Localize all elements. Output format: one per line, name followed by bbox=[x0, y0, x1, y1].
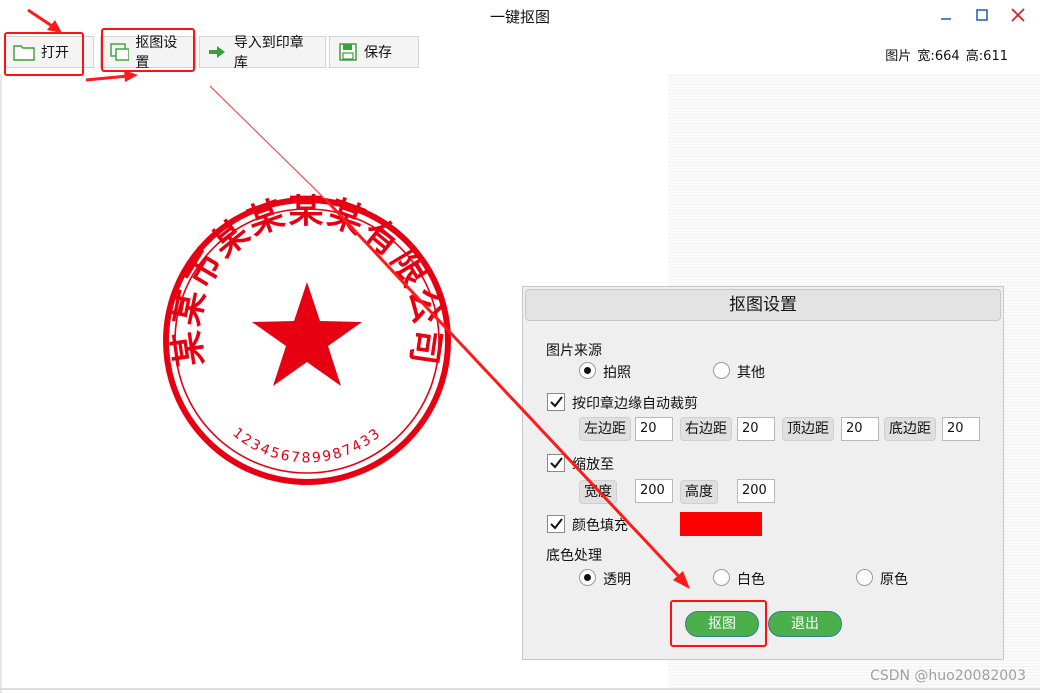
watermark: CSDN @huo20082003 bbox=[870, 668, 1026, 684]
checkmark-icon bbox=[550, 457, 563, 469]
bg-transparent-radio[interactable] bbox=[579, 569, 596, 586]
autocrop-label: 按印章边缘自动裁剪 bbox=[572, 396, 698, 412]
bg-white-radio[interactable] bbox=[713, 569, 730, 586]
open-label: 打开 bbox=[41, 45, 69, 61]
right-margin-label: 右边距 bbox=[680, 417, 732, 441]
top-margin-label: 顶边距 bbox=[782, 417, 834, 441]
height-input[interactable]: 200 bbox=[737, 479, 775, 503]
bottom-margin-input[interactable]: 20 bbox=[942, 417, 980, 441]
import-label: 导入到印章库 bbox=[233, 35, 304, 71]
import-to-library-button[interactable]: 导入到印章库 bbox=[199, 35, 326, 71]
fill-label: 颜色填充 bbox=[572, 518, 628, 534]
top-margin-input[interactable]: 20 bbox=[841, 417, 879, 441]
scale-checkbox[interactable] bbox=[547, 454, 565, 472]
bottom-border bbox=[0, 688, 1040, 690]
minimize-button[interactable] bbox=[935, 4, 957, 26]
source-other-label: 其他 bbox=[737, 365, 765, 381]
crop-settings-icon bbox=[110, 43, 130, 61]
save-label: 保存 bbox=[364, 45, 392, 61]
seal-image: 某某市某某某某有限公司 123456789987433 bbox=[163, 194, 451, 485]
width-label: 宽度 bbox=[579, 480, 617, 504]
fill-checkbox[interactable] bbox=[547, 515, 565, 533]
open-button[interactable]: 打开 bbox=[4, 36, 94, 68]
maximize-button[interactable] bbox=[971, 4, 993, 26]
title-bar: 一键抠图 bbox=[0, 0, 1040, 30]
toolbar: 打开 抠图设置 导入到印章库 保存 图片 宽:664 高:611 bbox=[0, 32, 1040, 72]
bg-label: 底色处理 bbox=[546, 548, 602, 564]
scale-label: 缩放至 bbox=[572, 457, 614, 473]
image-size-info: 图片 宽:664 高:611 bbox=[885, 49, 1008, 64]
canvas-border bbox=[0, 74, 2, 693]
fill-color-swatch[interactable] bbox=[680, 512, 762, 536]
seal-serial-text: 123456789987433 bbox=[229, 425, 384, 467]
source-label: 图片来源 bbox=[546, 343, 602, 359]
save-button[interactable]: 保存 bbox=[329, 36, 419, 68]
source-photo-radio[interactable] bbox=[579, 362, 596, 379]
minimize-icon bbox=[941, 18, 951, 20]
right-margin-input[interactable]: 20 bbox=[737, 417, 775, 441]
window-title: 一键抠图 bbox=[489, 8, 550, 26]
checkmark-icon bbox=[550, 396, 563, 408]
settings-label: 抠图设置 bbox=[135, 35, 178, 71]
autocrop-checkbox[interactable] bbox=[547, 393, 565, 411]
seal-star bbox=[252, 282, 362, 386]
maximize-icon bbox=[976, 9, 988, 21]
left-margin-label: 左边距 bbox=[579, 417, 631, 441]
bg-original-radio[interactable] bbox=[856, 569, 873, 586]
bg-original-label: 原色 bbox=[880, 572, 908, 588]
folder-icon bbox=[13, 45, 35, 61]
width-input[interactable]: 200 bbox=[635, 479, 673, 503]
bg-white-label: 白色 bbox=[737, 572, 765, 588]
cutout-settings-button[interactable]: 抠图设置 bbox=[100, 35, 196, 71]
dialog-title: 抠图设置 bbox=[525, 289, 1001, 321]
cutout-button[interactable]: 抠图 bbox=[685, 611, 759, 637]
cutout-settings-dialog: 抠图设置 图片来源 拍照 其他 按印章边缘自动裁剪 左边距 20 右边距 20 … bbox=[522, 286, 1004, 660]
height-label: 高度 bbox=[680, 480, 718, 504]
left-margin-input[interactable]: 20 bbox=[635, 417, 673, 441]
bg-transparent-label: 透明 bbox=[603, 572, 631, 588]
checkmark-icon bbox=[550, 518, 563, 530]
close-icon bbox=[1011, 8, 1025, 22]
exit-button[interactable]: 退出 bbox=[768, 611, 842, 637]
bottom-margin-label: 底边距 bbox=[884, 417, 936, 441]
source-photo-label: 拍照 bbox=[603, 365, 631, 381]
close-button[interactable] bbox=[1007, 4, 1029, 26]
source-other-radio[interactable] bbox=[713, 362, 730, 379]
import-arrow-icon bbox=[209, 46, 225, 58]
save-icon bbox=[339, 43, 357, 61]
